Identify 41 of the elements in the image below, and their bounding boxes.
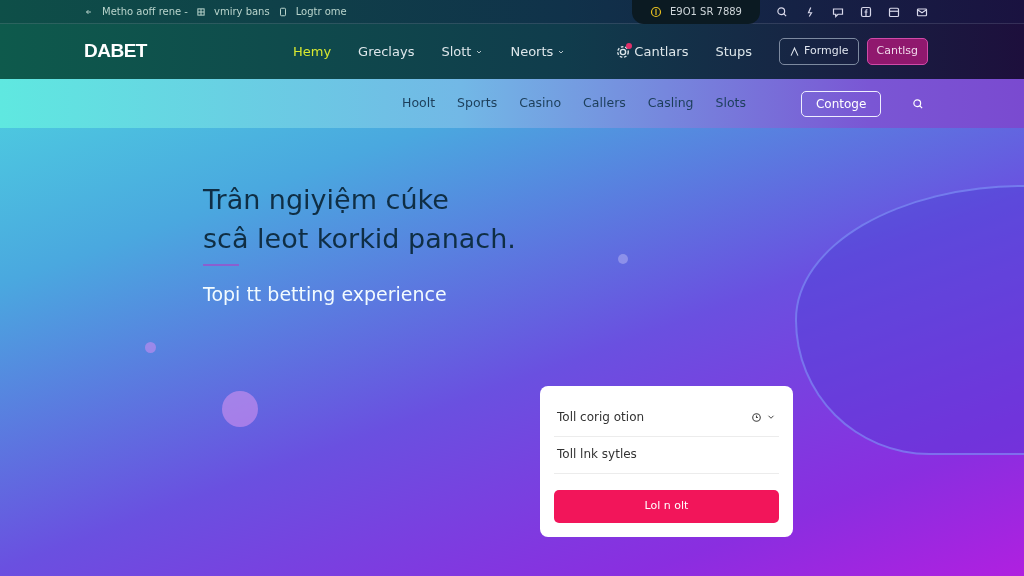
chat-icon[interactable] bbox=[832, 5, 844, 18]
contact-button[interactable]: Contoge bbox=[800, 90, 882, 117]
facebook-icon[interactable] bbox=[860, 5, 872, 18]
select-text: Toll corig otion bbox=[557, 409, 645, 426]
top-bar-text: Logtr ome bbox=[295, 5, 347, 19]
subnav-link[interactable]: Callers bbox=[583, 94, 626, 113]
subnav-link[interactable]: Hoolt bbox=[402, 94, 436, 113]
person-icon bbox=[789, 46, 800, 57]
nav-link[interactable]: Greclays bbox=[358, 41, 415, 62]
grid-icon bbox=[196, 6, 206, 17]
submit-button[interactable]: Lol n olt bbox=[554, 490, 779, 523]
login-button[interactable]: Formgle bbox=[779, 38, 859, 65]
subnav-link[interactable]: Casino bbox=[519, 94, 562, 113]
background-dot bbox=[145, 342, 156, 353]
text-field[interactable]: Toll lnk sytles bbox=[554, 437, 779, 474]
top-bar-text: vmiry bans bbox=[214, 5, 270, 19]
register-button[interactable]: Cantlsg bbox=[866, 38, 928, 65]
phone-number: E9O1 SR 7889 bbox=[669, 5, 742, 19]
nav-link[interactable]: Cantlars bbox=[616, 41, 689, 62]
select-field[interactable]: Toll corig otion bbox=[554, 400, 779, 437]
nav-link[interactable]: Neorts bbox=[510, 41, 566, 62]
hero-title: Trân ngiyiệm cúke bbox=[203, 183, 450, 217]
search-icon[interactable] bbox=[776, 5, 788, 18]
nav-link[interactable]: Slott bbox=[441, 41, 484, 62]
background-dot bbox=[618, 254, 628, 264]
coin-icon bbox=[649, 5, 662, 18]
gear-icon bbox=[616, 44, 631, 59]
phone-icon bbox=[277, 6, 288, 17]
clock-icon bbox=[751, 411, 762, 423]
subnav-link[interactable]: Sports bbox=[457, 94, 498, 113]
hero-title: scâ leot korkid panach. bbox=[203, 222, 517, 257]
mail-icon[interactable] bbox=[916, 5, 928, 18]
nav-link[interactable]: Hemy bbox=[292, 41, 332, 62]
hero-subtitle: Topi tt betting experience bbox=[203, 282, 448, 308]
logo[interactable]: DABET bbox=[84, 37, 147, 66]
title-underline bbox=[203, 264, 239, 267]
background-orb bbox=[222, 391, 258, 427]
search-icon[interactable] bbox=[912, 97, 924, 110]
calendar-icon[interactable] bbox=[888, 5, 900, 18]
top-bar-text: Metho aoff rene - bbox=[102, 5, 188, 19]
nav-link[interactable]: Stups bbox=[715, 41, 753, 62]
